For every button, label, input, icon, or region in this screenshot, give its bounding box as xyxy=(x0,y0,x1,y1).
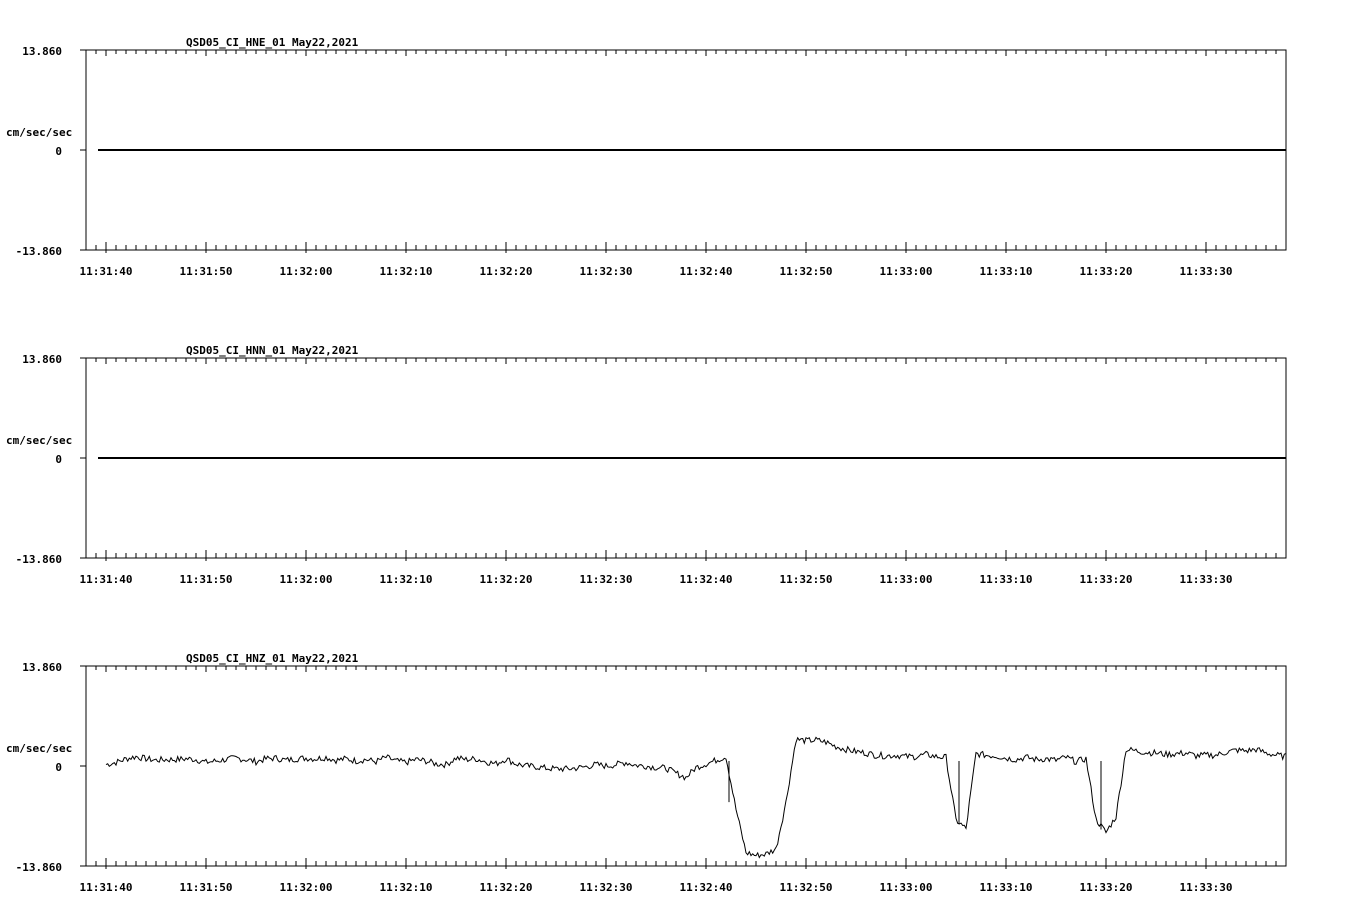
x-tick-label: 11:32:20 xyxy=(480,265,533,278)
x-tick-label: 11:32:50 xyxy=(780,265,833,278)
y-tick-label-zero: 0 xyxy=(55,145,62,158)
plot-border xyxy=(85,665,1287,867)
x-tick-label: 11:32:40 xyxy=(680,573,733,586)
y-tick-label-zero: 0 xyxy=(55,761,62,774)
x-tick-label: 11:31:40 xyxy=(80,573,133,586)
x-tick-label: 11:31:40 xyxy=(80,265,133,278)
x-tick-label: 11:31:50 xyxy=(180,881,233,894)
x-tick-label: 11:33:00 xyxy=(880,573,933,586)
x-tick-label: 11:32:40 xyxy=(680,881,733,894)
x-tick-label: 11:32:50 xyxy=(780,881,833,894)
plot-frame xyxy=(80,357,1287,561)
panel-hnn: QSD05_CI_HNN_01 May22,2021 cm/sec/sec 13… xyxy=(6,344,1287,586)
y-axis-label: cm/sec/sec xyxy=(6,126,72,139)
x-tick-label: 11:33:30 xyxy=(1180,573,1233,586)
x-tick-label: 11:32:10 xyxy=(380,573,433,586)
panel-hne: QSD05_CI_HNE_01 May22,2021 cm/sec/sec 13… xyxy=(6,36,1287,278)
x-tick-label: 11:33:20 xyxy=(1080,573,1133,586)
x-tick-label: 11:32:50 xyxy=(780,573,833,586)
x-tick-label: 11:33:20 xyxy=(1080,881,1133,894)
chart-title: QSD05_CI_HNE_01 May22,2021 xyxy=(186,36,359,49)
x-tick-label: 11:33:10 xyxy=(980,573,1033,586)
y-axis-label: cm/sec/sec xyxy=(6,742,72,755)
waveform-series xyxy=(105,736,1287,859)
y-tick-label-zero: 0 xyxy=(55,453,62,466)
chart-title: QSD05_CI_HNZ_01 May22,2021 xyxy=(186,652,359,665)
x-tick-label: 11:32:10 xyxy=(380,881,433,894)
y-tick-label-top: 13.860 xyxy=(22,45,62,58)
x-tick-label: 11:32:30 xyxy=(580,265,633,278)
panel-hnz: QSD05_CI_HNZ_01 May22,2021 cm/sec/sec 13… xyxy=(6,652,1287,894)
x-tick-label: 11:32:20 xyxy=(480,881,533,894)
x-tick-label: 11:31:50 xyxy=(180,573,233,586)
chart-title: QSD05_CI_HNN_01 May22,2021 xyxy=(186,344,359,357)
x-tick-label: 11:32:00 xyxy=(280,265,333,278)
x-tick-labels: 11:31:40 11:31:50 11:32:00 11:32:10 11:32:20… xyxy=(80,573,1233,586)
x-tick-labels: 11:31:40 11:31:50 11:32:00 11:32:10 11:32:20… xyxy=(80,265,1233,278)
x-tick-label: 11:31:40 xyxy=(80,881,133,894)
x-tick-label: 11:33:00 xyxy=(880,881,933,894)
y-tick-label-bottom: -13.860 xyxy=(16,245,62,258)
x-tick-label: 11:32:00 xyxy=(280,573,333,586)
seismogram-figure: QSD05_CI_HNE_01 May22,2021 cm/sec/sec 13… xyxy=(6,36,1287,894)
x-tick-label: 11:33:30 xyxy=(1180,881,1233,894)
x-tick-label: 11:33:00 xyxy=(880,265,933,278)
x-tick-labels: 11:31:40 11:31:50 11:32:00 11:32:10 11:32:20… xyxy=(80,881,1233,894)
plot-frame xyxy=(80,665,1287,869)
x-tick-label: 11:32:10 xyxy=(380,265,433,278)
x-tick-label: 11:32:30 xyxy=(580,573,633,586)
x-tick-label: 11:32:40 xyxy=(680,265,733,278)
x-tick-label: 11:33:10 xyxy=(980,265,1033,278)
x-tick-label: 11:33:30 xyxy=(1180,265,1233,278)
y-tick-label-bottom: -13.860 xyxy=(16,553,62,566)
y-axis-label: cm/sec/sec xyxy=(6,434,72,447)
plot-frame xyxy=(80,49,1287,253)
y-tick-label-top: 13.860 xyxy=(22,661,62,674)
x-tick-label: 11:32:30 xyxy=(580,881,633,894)
x-tick-label: 11:31:50 xyxy=(180,265,233,278)
x-tick-label: 11:32:20 xyxy=(480,573,533,586)
x-tick-label: 11:33:10 xyxy=(980,881,1033,894)
y-tick-label-bottom: -13.860 xyxy=(16,861,62,874)
x-tick-label: 11:33:20 xyxy=(1080,265,1133,278)
y-tick-label-top: 13.860 xyxy=(22,353,62,366)
x-tick-label: 11:32:00 xyxy=(280,881,333,894)
series-line xyxy=(105,736,1287,859)
